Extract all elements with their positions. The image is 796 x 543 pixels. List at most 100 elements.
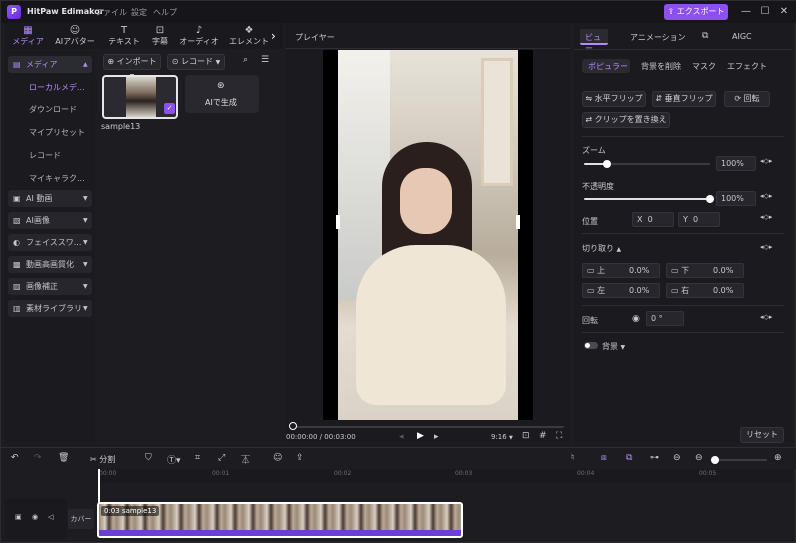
export-button[interactable]: ⇪ エクスポート [664,4,728,20]
tab-subtitles[interactable]: ⊡ 字幕 [145,25,175,47]
tab-text[interactable]: T テキスト [105,25,143,47]
opacity-slider-knob[interactable] [706,195,714,203]
crop-left-field[interactable]: ▭ 左 0.0% [582,283,660,298]
search-icon[interactable]: ⌕ [243,55,248,65]
marker-icon[interactable]: ⛉ [145,453,152,463]
grid-icon[interactable]: # [539,431,547,441]
cover-button[interactable]: カバー [68,509,94,529]
position-y-field[interactable]: Y 0 [678,212,720,227]
crop-top-field[interactable]: ▭ 上 0.0% [582,263,660,278]
subtab-remove-bg[interactable]: 背景を削除 [641,61,681,72]
next-frame-icon[interactable]: ▸ [434,432,439,442]
background-toggle[interactable] [584,342,598,349]
keyframe-icon[interactable]: ◂◇▸ [760,192,772,200]
sidebar-item-media[interactable]: ▤ メディア ▲ [8,56,92,73]
keyframe-icon[interactable]: ◂◇▸ [760,213,772,221]
subtab-effect[interactable]: エフェクト [727,61,767,72]
copy-icon[interactable]: ⧉ [702,31,708,41]
zoom-in-icon[interactable]: ⊕ [774,453,782,463]
track-mute-icon[interactable]: ◁ [48,513,53,521]
unlink-icon[interactable]: ⊶ [650,453,659,463]
playhead-knob[interactable] [289,422,297,430]
playback-track[interactable] [292,426,564,428]
background-header[interactable]: 背景 ▼ [602,341,625,352]
opacity-field[interactable]: 100% [716,191,756,206]
sidebar-item-library[interactable]: ▥ 素材ライブラリ ▼ [8,300,92,317]
tab-media[interactable]: ▦ メディア [9,25,47,47]
sidebar-item-face-swap[interactable]: ◐ フェイススワ... ▼ [8,234,92,251]
sidebar-sub-character[interactable]: マイキャラク... [29,173,85,184]
play-icon[interactable]: ▶ [417,431,424,441]
sidebar-item-ai-image[interactable]: ▧ AI画像 ▼ [8,212,92,229]
sidebar-sub-record[interactable]: レコード [29,150,61,161]
microphone-icon[interactable]: ♮ [571,453,574,463]
tab-audio[interactable]: ♪ オーディオ [177,25,221,47]
media-thumbnail[interactable]: ✓ [102,75,178,119]
tab-ai-avatar[interactable]: ☺ AIアバター [53,25,97,47]
sidebar-sub-local[interactable]: ローカルメデ... [29,82,85,93]
ai-generate-card[interactable]: ⊛ AIで生成 [185,75,259,113]
close-icon[interactable]: ✕ [777,5,791,19]
tab-animation[interactable]: アニメーション [630,32,686,43]
rotate-button[interactable]: ⟳ 回転 [724,91,770,107]
resize-handle-left[interactable] [336,215,340,229]
snapshot-icon[interactable]: ⊡ [522,431,530,441]
keyframe-icon[interactable]: ◂◇▸ [760,313,772,321]
mirror-icon[interactable]: ⏄ [241,453,250,466]
transform-icon[interactable]: ⤢ [218,453,225,463]
magnet-icon[interactable]: ⧉ [626,453,632,463]
timeline-clip[interactable]: 0:03 sample13 [97,502,463,538]
zoom-slider-knob[interactable] [603,160,611,168]
minimize-icon[interactable]: — [739,5,753,19]
fit-icon[interactable]: ⊖ [673,453,681,463]
sidebar-sub-download[interactable]: ダウンロード [29,104,77,115]
timeline-zoom-slider[interactable] [711,459,767,461]
keyframe-icon[interactable]: ◂◇▸ [760,243,772,251]
rotate-field[interactable]: 0 ° [646,311,684,326]
crop-bottom-field[interactable]: ▭ 下 0.0% [666,263,744,278]
position-x-field[interactable]: X 0 [632,212,674,227]
redo-icon[interactable]: ↷ [34,453,42,463]
menu-settings[interactable]: 設定 [131,7,147,18]
chevron-right-icon[interactable]: › [271,29,276,43]
record-button[interactable]: ⊙ レコード ▼ [167,54,225,70]
link-icon[interactable]: ⧈ [601,453,607,463]
import-button[interactable]: ⊕ インポート ▼ [103,54,161,80]
split-button[interactable]: ✂ 分割 [90,454,115,465]
menu-help[interactable]: ヘルプ [153,7,177,18]
video-frame[interactable] [338,50,518,420]
menu-file[interactable]: ファイル [95,7,127,18]
crop-icon[interactable]: ⌗ [195,453,200,463]
timeline-zoom-knob[interactable] [711,456,719,464]
resize-handle-right[interactable] [516,215,520,229]
sidebar-item-ai-video[interactable]: ▣ AI 動画 ▼ [8,190,92,207]
list-view-icon[interactable]: ☰ [261,55,269,65]
undo-icon[interactable]: ↶ [11,453,19,463]
subtab-mask[interactable]: マスク [692,61,716,72]
sidebar-item-enhance-video[interactable]: ▩ 動画高画質化 ▼ [8,256,92,273]
maximize-icon[interactable]: ☐ [758,5,772,19]
crop-right-field[interactable]: ▭ 右 0.0% [666,283,744,298]
flip-horizontal-button[interactable]: ⇋ 水平フリップ [582,91,646,107]
tab-view[interactable]: ビュー [580,29,608,53]
sidebar-item-image-enhance[interactable]: ▨ 画像補正 ▼ [8,278,92,295]
sidebar-sub-preset[interactable]: マイプリセット [29,127,85,138]
delete-icon[interactable]: 🗑 [58,453,69,463]
aspect-ratio[interactable]: 9:16 ▼ [491,433,513,441]
tab-elements[interactable]: ❖ エレメント [227,25,271,47]
flip-vertical-button[interactable]: ⇵ 垂直フリップ [652,91,716,107]
checkbox-icon[interactable]: ✓ [164,103,175,114]
zoom-out-icon[interactable]: ⊖ [695,453,703,463]
face-icon[interactable]: ☺ [273,453,282,463]
fullscreen-icon[interactable]: ⛶ [556,431,562,441]
keyframe-icon[interactable]: ◂◇▸ [760,157,772,165]
crop-header[interactable]: 切り取り ▲ [582,243,621,254]
track-visible-icon[interactable]: ◉ [32,513,38,521]
reset-button[interactable]: リセット [740,427,784,443]
track-lock-icon[interactable]: ▣ [15,513,22,521]
export-clip-icon[interactable]: ⇪ [296,453,304,463]
tab-aigc[interactable]: AIGC [732,32,752,41]
text-tool-icon[interactable]: Ⓣ▾ [167,453,181,466]
replace-clip-button[interactable]: ⇄ クリップを置き換え [582,112,670,128]
timeline-ruler[interactable] [97,469,793,483]
